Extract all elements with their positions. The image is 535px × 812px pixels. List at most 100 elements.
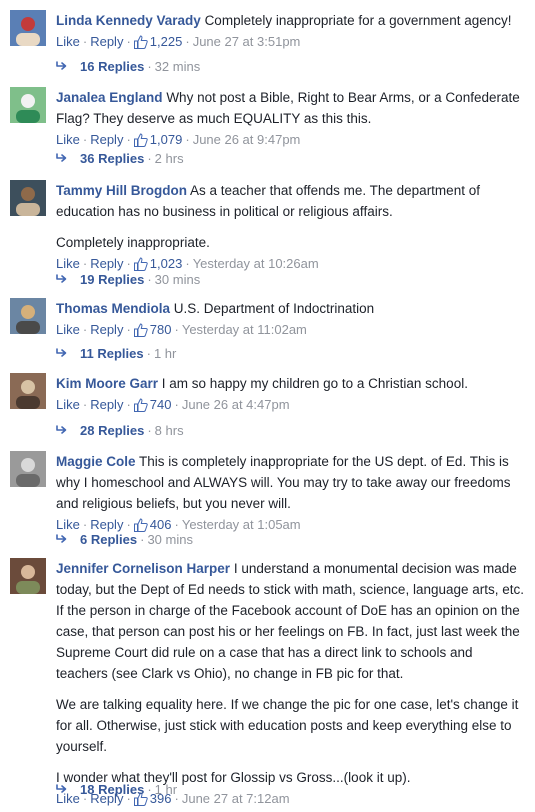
avatar[interactable] — [10, 298, 46, 334]
separator: · — [126, 34, 131, 49]
reply-arrow-icon — [56, 780, 68, 800]
author-name[interactable]: Linda Kennedy Varady — [56, 13, 201, 28]
avatar[interactable] — [10, 10, 46, 46]
separator: · — [82, 322, 88, 337]
replies-row[interactable]: 18 Replies · 1 hr — [56, 780, 177, 800]
separator: · — [146, 346, 151, 361]
replies-row[interactable]: 11 Replies · 1 hr — [56, 344, 176, 364]
author-name[interactable]: Thomas Mendiola — [56, 301, 170, 316]
reply-arrow-icon — [56, 421, 68, 441]
comment-paragraph: Completely inappropriate. — [56, 232, 525, 253]
replies-timestamp: 30 mins — [147, 532, 193, 547]
reply-arrow-icon — [56, 57, 68, 77]
replies-timestamp: 2 hrs — [154, 151, 184, 166]
comment-body: Janalea England Why not post a Bible, Ri… — [56, 87, 525, 153]
view-replies-link[interactable]: 16 Replies — [80, 59, 144, 74]
author-name[interactable]: Jennifer Cornelison Harper — [56, 561, 230, 576]
replies-row[interactable]: 36 Replies · 2 hrs — [56, 149, 184, 169]
comment-paragraph: Jennifer Cornelison Harper I understand … — [56, 558, 525, 684]
like-button[interactable]: Like — [56, 34, 80, 49]
comment-paragraph: We are talking equality here. If we chan… — [56, 694, 525, 757]
like-count[interactable]: 740 — [150, 397, 172, 412]
like-count[interactable]: 1,079 — [150, 132, 183, 147]
replies-timestamp: 8 hrs — [154, 423, 184, 438]
like-button[interactable]: Like — [56, 322, 80, 337]
thumbs-up-icon[interactable] — [133, 397, 148, 418]
comment-actions: Like · Reply · 740 · June 26 at 4:47pm — [56, 394, 525, 418]
view-replies-link[interactable]: 28 Replies — [80, 423, 144, 438]
timestamp[interactable]: June 27 at 3:51pm — [193, 34, 301, 49]
replies-row[interactable]: 19 Replies · 30 mins — [56, 270, 200, 290]
like-button[interactable]: Like — [56, 397, 80, 412]
reply-arrow-icon — [56, 270, 68, 290]
reply-button[interactable]: Reply — [90, 322, 123, 337]
reply-button[interactable]: Reply — [90, 256, 123, 271]
comment-text: Completely inappropriate. — [56, 235, 210, 250]
comment-body: Linda Kennedy Varady Completely inapprop… — [56, 10, 525, 55]
author-name[interactable]: Tammy Hill Brogdon — [56, 183, 187, 198]
separator: · — [140, 532, 145, 547]
author-name[interactable]: Maggie Cole — [56, 454, 136, 469]
reply-arrow-icon — [56, 530, 68, 550]
timestamp[interactable]: Yesterday at 11:02am — [182, 322, 307, 337]
avatar[interactable] — [10, 87, 46, 123]
like-count[interactable]: 1,225 — [150, 34, 183, 49]
timestamp[interactable]: Yesterday at 1:05am — [182, 517, 301, 532]
separator: · — [82, 397, 88, 412]
view-replies-link[interactable]: 18 Replies — [80, 782, 144, 797]
author-name[interactable]: Kim Moore Garr — [56, 376, 158, 391]
reply-button[interactable]: Reply — [90, 132, 123, 147]
reply-button[interactable]: Reply — [90, 34, 123, 49]
author-name[interactable]: Janalea England — [56, 90, 163, 105]
reply-button[interactable]: Reply — [90, 397, 123, 412]
separator: · — [126, 397, 131, 412]
avatar[interactable] — [10, 373, 46, 409]
comment-body: Kim Moore Garr I am so happy my children… — [56, 373, 525, 418]
comment-paragraph: Linda Kennedy Varady Completely inapprop… — [56, 10, 525, 31]
like-count[interactable]: 1,023 — [150, 256, 183, 271]
comment-actions: Like · Reply · 1,225 · June 27 at 3:51pm — [56, 31, 525, 55]
comment-body: Maggie Cole This is completely inappropr… — [56, 451, 525, 538]
view-replies-link[interactable]: 36 Replies — [80, 151, 144, 166]
view-replies-link[interactable]: 6 Replies — [80, 532, 137, 547]
replies-row[interactable]: 28 Replies · 8 hrs — [56, 421, 184, 441]
like-count[interactable]: 780 — [150, 322, 172, 337]
thumbs-up-icon[interactable] — [133, 322, 148, 343]
separator: · — [174, 397, 179, 412]
timestamp[interactable]: Yesterday at 10:26am — [193, 256, 319, 271]
replies-timestamp: 30 mins — [154, 272, 201, 287]
separator: · — [174, 322, 179, 337]
avatar[interactable] — [10, 180, 46, 216]
comment-text: We are talking equality here. If we chan… — [56, 697, 519, 754]
view-replies-link[interactable]: 19 Replies — [80, 272, 144, 287]
timestamp[interactable]: June 26 at 4:47pm — [182, 397, 290, 412]
replies-timestamp: 1 hr — [153, 346, 177, 361]
separator: · — [147, 151, 152, 166]
replies-row[interactable]: 16 Replies · 32 mins — [56, 57, 200, 77]
timestamp[interactable]: June 26 at 9:47pm — [193, 132, 301, 147]
replies-row[interactable]: 6 Replies · 30 mins — [56, 530, 193, 550]
comment-body: Tammy Hill Brogdon As a teacher that off… — [56, 180, 525, 277]
separator: · — [185, 132, 190, 147]
replies-timestamp: 32 mins — [154, 59, 201, 74]
comment-text: U.S. Department of Indoctrination — [173, 301, 375, 316]
reply-arrow-icon — [56, 344, 68, 364]
like-button[interactable]: Like — [56, 132, 80, 147]
thumbs-up-icon[interactable] — [133, 34, 148, 55]
comment-text: I am so happy my children go to a Christ… — [161, 376, 468, 391]
like-button[interactable]: Like — [56, 256, 80, 271]
comment-paragraph: Janalea England Why not post a Bible, Ri… — [56, 87, 525, 129]
avatar[interactable] — [10, 451, 46, 487]
comment-paragraph: Kim Moore Garr I am so happy my children… — [56, 373, 525, 394]
separator: · — [82, 256, 88, 271]
separator: · — [185, 34, 190, 49]
comment-body: Thomas Mendiola U.S. Department of Indoc… — [56, 298, 525, 343]
separator: · — [147, 782, 152, 797]
separator: · — [126, 256, 131, 271]
view-replies-link[interactable]: 11 Replies — [80, 346, 144, 361]
separator: · — [185, 256, 190, 271]
timestamp[interactable]: June 27 at 7:12am — [182, 791, 290, 806]
comment-text: Completely inappropriate for a governmen… — [204, 13, 512, 28]
avatar[interactable] — [10, 558, 46, 594]
separator: · — [147, 423, 152, 438]
